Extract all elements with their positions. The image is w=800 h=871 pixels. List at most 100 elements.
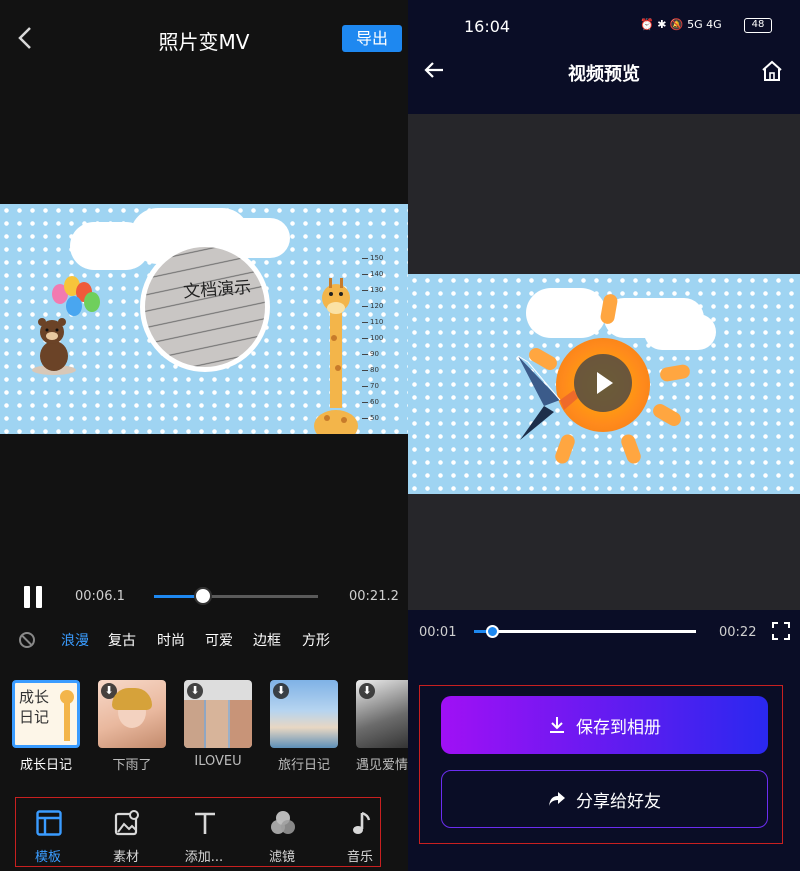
template-list: 成长日记 成长日记 ⬇ 下雨了 ⬇ ILOVEU ⬇ 旅行日记 ⬇ 遇见爱情 [0,680,408,776]
play-button[interactable] [574,354,632,412]
total-time: 00:22 [719,625,757,640]
template-item[interactable]: 成长日记 成长日记 [12,680,80,773]
giraffe-illustration [314,278,358,434]
template-thumbnail: 成长日记 [12,680,80,748]
battery-icon: 48 [744,18,772,33]
ruler-tick-label: 100 [370,334,384,342]
category-tab[interactable]: 可爱 [205,630,233,650]
ruler-tick-label: 110 [370,318,384,326]
thumbnail-title: 成长日记 [19,688,50,726]
tab-music[interactable]: 音乐 [330,798,390,866]
swallow-illustration [517,355,578,440]
status-icons: ⏰ ✱ 🔕 5G 4G [640,18,722,31]
status-bar: 16:04 ⏰ ✱ 🔕 5G 4G 48 [408,0,800,48]
pause-button[interactable] [22,586,44,608]
preview-canvas[interactable]: 文档演示 150 140 130 120 110 100 90 80 70 60 50 [0,204,408,434]
photo-grid [184,700,252,748]
template-item[interactable]: ⬇ 遇见爱情 [356,680,408,773]
ruler-tick [362,402,368,403]
balloon-decoration [66,296,82,316]
export-button[interactable]: 导出 [342,25,402,52]
ruler-tick [362,290,368,291]
ruler-tick-label: 130 [370,286,384,294]
category-tab[interactable]: 时尚 [157,630,185,650]
tab-label: 音乐 [346,850,373,865]
template-item[interactable]: ⬇ ILOVEU [184,680,252,769]
filter-icon [271,811,295,834]
balloon-decoration [84,292,100,312]
none-filter-icon[interactable] [19,632,35,648]
download-icon: ⬇ [187,683,203,699]
ruler-tick-label: 140 [370,270,384,278]
download-icon: ⬇ [359,683,375,699]
page-title: 视频预览 [568,64,640,85]
preview-panel: 16:04 ⏰ ✱ 🔕 5G 4G 48 视频预览 00:01 00:22 保存… [408,0,800,871]
template-thumbnail: ⬇ [98,680,166,748]
tab-filter[interactable]: 滤镜 [252,798,312,866]
ruler-tick-label: 150 [370,254,384,262]
tab-material[interactable]: 素材 [96,798,156,866]
template-item[interactable]: ⬇ 旅行日记 [270,680,338,773]
editor-panel: 照片变MV 导出 文档演示 150 140 130 120 110 100 90… [0,0,408,871]
share-icon [549,792,565,806]
tab-label: 添加... [184,850,224,865]
save-label: 保存到相册 [576,717,661,738]
ruler-tick-label: 70 [370,382,379,390]
current-time: 00:06.1 [75,589,125,604]
seek-handle[interactable] [485,625,499,638]
seek-handle[interactable] [194,587,212,605]
video-player[interactable] [408,114,800,610]
height-ruler: 150 140 130 120 110 100 90 80 70 60 50 [362,254,384,430]
bottom-tab-bar: 模板 素材 添加... 滤镜 音乐 [15,797,381,867]
text-icon [195,812,215,834]
save-to-album-button[interactable]: 保存到相册 [441,696,768,754]
cloud-decoration [644,314,716,350]
template-item[interactable]: ⬇ 下雨了 [98,680,166,773]
sun-ray [650,401,684,429]
music-icon [353,811,371,834]
template-thumbnail: ⬇ [356,680,408,748]
photo-frame[interactable]: 文档演示 [140,242,270,372]
template-label: 遇见爱情 [356,758,408,773]
current-time: 00:01 [419,625,457,640]
preview-player-controls: 00:01 00:22 [408,617,800,647]
action-panel: 保存到相册 分享给好友 [419,685,783,844]
giraffe-icon [60,690,74,741]
seek-bar[interactable] [154,587,318,605]
ruler-tick-label: 60 [370,398,379,406]
player-controls: 00:06.1 00:21.2 [0,580,408,614]
fullscreen-icon[interactable] [772,622,790,640]
category-tab[interactable]: 浪漫 [61,630,89,650]
photo-caption: 文档演示 [182,277,252,303]
cloud-decoration [526,288,606,338]
share-label: 分享给好友 [576,791,661,812]
ruler-tick-label: 90 [370,350,379,358]
ruler-tick [362,370,368,371]
status-clock: 16:04 [464,17,511,36]
ruler-tick-label: 120 [370,302,384,310]
category-tab[interactable]: 复古 [108,630,136,650]
home-icon[interactable] [761,60,783,82]
bear-illustration [32,318,76,375]
template-label: 下雨了 [112,758,152,773]
tab-label: 模板 [34,850,61,865]
total-time: 00:21.2 [349,589,399,604]
template-category-bar: 浪漫 复古 时尚 可爱 边框 方形 [0,626,408,652]
ruler-tick [362,386,368,387]
tab-template[interactable]: 模板 [18,798,78,866]
share-to-friends-button[interactable]: 分享给好友 [441,770,768,828]
tab-add-text[interactable]: 添加... [174,798,234,866]
ruler-tick [362,322,368,323]
tab-label: 素材 [112,850,139,865]
seek-bar[interactable] [474,625,696,638]
ruler-tick [362,338,368,339]
sun-ray [619,432,643,466]
category-tab[interactable]: 边框 [253,630,281,650]
category-tab[interactable]: 方形 [302,630,330,650]
ruler-tick-label: 50 [370,414,379,422]
ruler-tick [362,354,368,355]
hair-shape [112,688,152,710]
download-icon [550,717,564,733]
template-label: 旅行日记 [277,758,330,773]
template-icon [36,810,62,836]
